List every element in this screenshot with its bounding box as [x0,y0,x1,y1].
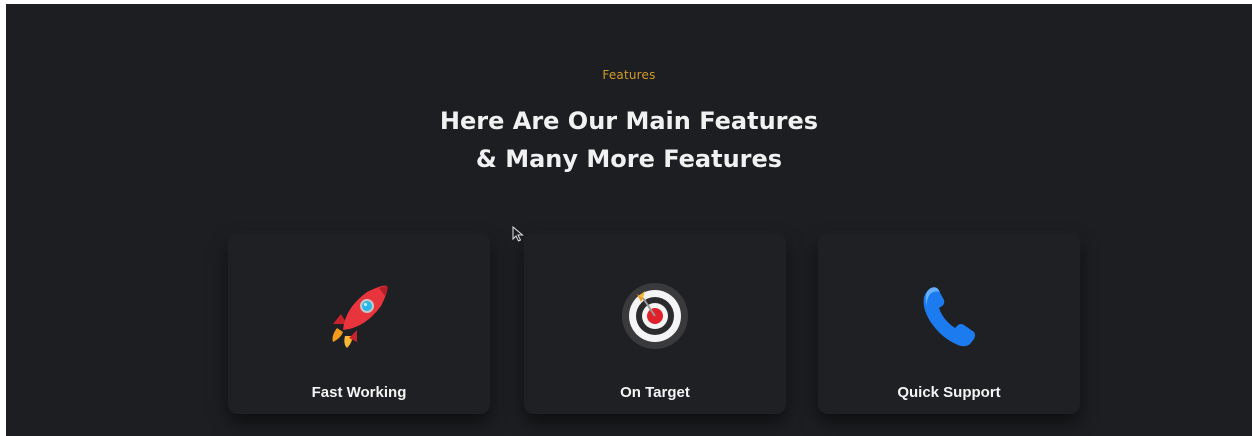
target-icon [619,278,691,350]
features-section: Features Here Are Our Main Features & Ma… [6,4,1252,436]
feature-card-fast-working[interactable]: Fast Working [228,234,490,414]
feature-label: Fast Working [311,384,407,401]
phone-icon [913,278,985,350]
rocket-icon [323,278,395,350]
section-heading: Here Are Our Main Features & Many More F… [6,102,1252,178]
heading-line-2: & Many More Features [475,145,783,173]
section-eyebrow: Features [602,68,656,82]
feature-label: On Target [620,384,690,401]
feature-label: Quick Support [897,384,1001,401]
feature-card-on-target[interactable]: On Target [524,234,786,414]
feature-card-quick-support[interactable]: Quick Support [818,234,1080,414]
heading-line-1: Here Are Our Main Features [439,107,819,135]
mouse-cursor-icon [512,226,524,242]
